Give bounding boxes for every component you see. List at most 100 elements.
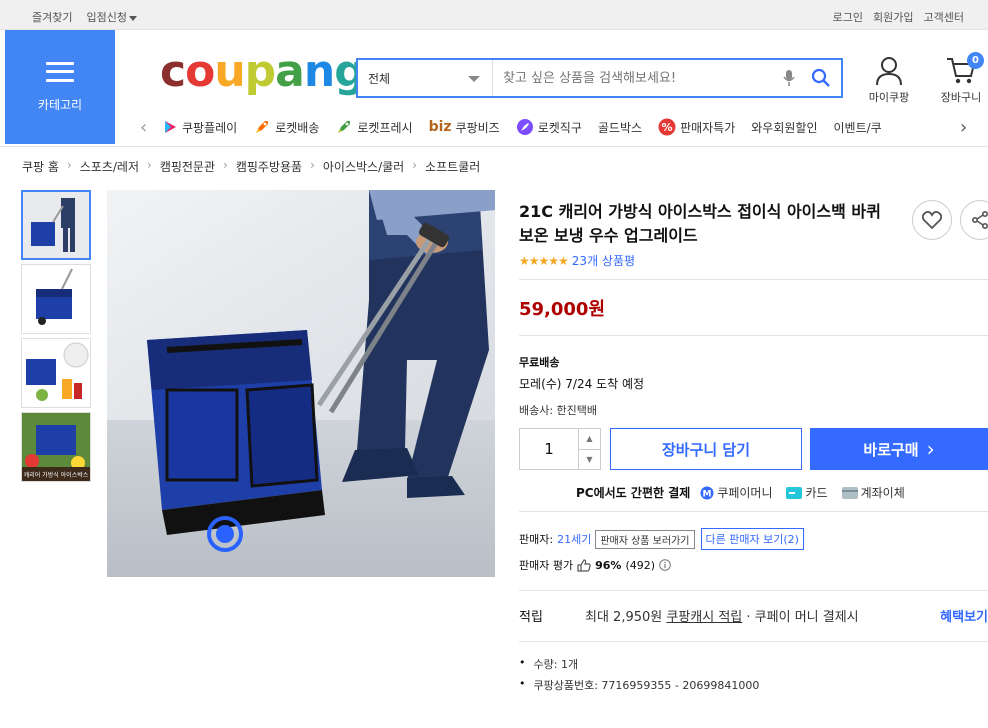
share-icon (971, 211, 988, 229)
breadcrumb-item[interactable]: 아이스박스/쿨러 (323, 158, 404, 175)
nav-wow-discount[interactable]: 와우회원할인 (751, 119, 817, 136)
product-price: 59,000원 (519, 299, 606, 320)
view-benefits-link[interactable]: 혜택보기 (940, 606, 988, 625)
thumbnail-3[interactable] (21, 338, 91, 408)
seller-name-link[interactable]: 21세기 (557, 531, 591, 547)
review-count-link[interactable]: 23개 상품평 (572, 252, 635, 269)
percent-icon: % (658, 118, 676, 136)
nav-goldbox[interactable]: 골드박스 (598, 119, 642, 136)
thumbnail-caption: 캐리어 가방식 아이스박스 (23, 472, 89, 479)
nav-coupang-play[interactable]: 쿠팡플레이 (162, 119, 237, 136)
nav-rocket-fresh[interactable]: 로켓프레시 (335, 118, 413, 136)
seller-apply-label: 입점신청 (86, 11, 127, 24)
nav-seller-deals[interactable]: % 판매자특가 (658, 118, 735, 136)
card-icon (786, 486, 803, 499)
global-rocket-icon (516, 119, 533, 135)
quantity-stepper: 1 ▲ ▼ (519, 428, 601, 470)
thumbnail-1[interactable] (21, 190, 91, 260)
divider (519, 279, 988, 280)
nav-next-arrow-icon[interactable]: › (960, 117, 982, 138)
seller-evaluation: 판매자 평가 96% (492) (519, 557, 671, 573)
seller-eval-percent: 96% (595, 558, 622, 572)
breadcrumb-item[interactable]: 스포츠/레저 (80, 158, 139, 175)
seller-products-button[interactable]: 판매자 상품 보러가기 (595, 529, 695, 549)
seller-prefix: 판매자: (519, 533, 554, 546)
detail-quantity: 수량: 1개 (519, 656, 759, 672)
heart-icon (922, 211, 942, 229)
reward-row: 적립 최대 2,950원 쿠팡캐시 적립 · 쿠페이 머니 결제시 혜택보기 (519, 606, 988, 625)
search-button[interactable] (801, 68, 841, 88)
cart-label: 장바구니 (940, 91, 982, 104)
header-divider (0, 146, 988, 147)
wishlist-button[interactable] (912, 200, 952, 240)
play-icon (165, 121, 176, 133)
payment-label: PC에서도 간편한 결제 (576, 486, 691, 500)
breadcrumb-item[interactable]: 쿠팡 홈 (22, 158, 59, 175)
dropdown-arrow-icon (468, 76, 480, 82)
search-category-value: 전체 (368, 71, 391, 86)
buy-now-button[interactable]: 바로구매 › (810, 428, 988, 470)
top-utility-bar: 즐겨찾기 입점신청 로그인 회원가입 고객센터 (0, 0, 988, 30)
coupang-logo[interactable]: coupang (160, 50, 366, 94)
arrival-date: 모레(수) 7/24 도착 예정 (519, 377, 645, 391)
bank-icon (841, 486, 858, 499)
cart-button[interactable]: 0 장바구니 (934, 52, 988, 105)
add-to-cart-button[interactable]: 장바구니 담기 (610, 428, 802, 470)
purchase-row: 1 ▲ ▼ 장바구니 담기 바로구매 › (519, 428, 988, 470)
quantity-down-icon[interactable]: ▼ (579, 450, 600, 470)
chevron-down-icon (128, 15, 137, 21)
seller-info: 판매자: 21세기 판매자 상품 보러가기 다른 판매자 보기(2) (519, 528, 804, 550)
nav-rocket-delivery[interactable]: 로켓배송 (253, 118, 319, 136)
biz-logo-text: biz (428, 119, 452, 135)
search-icon (811, 68, 830, 87)
rocket-icon (256, 121, 269, 133)
my-coupang-button[interactable]: 마이쿠팡 (864, 56, 914, 105)
seller-apply-link[interactable]: 입점신청 (86, 9, 137, 25)
product-rating: ★★★★★ 23개 상품평 (519, 252, 988, 269)
shipping-label: 무료배송 (519, 356, 560, 369)
buy-now-label: 바로구매 (863, 440, 919, 459)
info-icon (659, 559, 671, 571)
thumbnail-2[interactable] (21, 264, 91, 334)
other-sellers-button[interactable]: 다른 판매자 보기(2) (700, 528, 804, 550)
customer-center-link[interactable]: 고객센터 (924, 9, 964, 25)
reward-text: 최대 2,950원 쿠팡캐시 적립 · 쿠페이 머니 결제시 (585, 610, 859, 625)
my-coupang-label: 마이쿠팡 (868, 91, 910, 104)
hamburger-icon (46, 61, 74, 82)
service-nav: ‹ 쿠팡플레이 로켓배송 로켓프레시 biz 쿠팡비즈 로켓직구 골드박스 % 판매… (140, 114, 988, 140)
nav-events[interactable]: 이벤트/쿠 (834, 119, 882, 136)
breadcrumb: 쿠팡 홈 › 스포츠/레저 › 캠핑전문관 › 캠핑주방용품 › 아이스박스/쿨러 › 소… (22, 158, 481, 175)
rocket-fresh-icon (338, 121, 351, 133)
category-button[interactable]: 카테고리 (5, 30, 115, 144)
breadcrumb-item[interactable]: 캠핑주방용품 (236, 158, 302, 175)
seller-eval-label: 판매자 평가 (519, 559, 574, 572)
divider (519, 335, 988, 336)
product-info: 21C 캐리어 가방식 아이스박스 접이식 아이스백 바퀴 보온 보냉 우수 업… (519, 200, 988, 418)
login-link[interactable]: 로그인 (833, 9, 863, 25)
divider (519, 590, 988, 591)
payment-coupay-money: M 쿠페이머니 (700, 484, 772, 501)
microphone-icon[interactable] (777, 69, 801, 87)
payment-card: 카드 (786, 484, 828, 501)
breadcrumb-item[interactable]: 소프트쿨러 (425, 158, 480, 175)
thumbs-up-icon (577, 558, 591, 572)
quantity-input[interactable]: 1 (520, 429, 578, 469)
nav-rocket-global[interactable]: 로켓직구 (516, 118, 582, 136)
product-title: 21C 캐리어 가방식 아이스박스 접이식 아이스백 바퀴 보온 보냉 우수 업… (519, 202, 881, 245)
quantity-up-icon[interactable]: ▲ (579, 429, 600, 450)
main-product-image[interactable] (107, 190, 495, 577)
signup-link[interactable]: 회원가입 (873, 9, 913, 25)
bookmark-link[interactable]: 즐겨찾기 (32, 9, 72, 25)
product-details: 수량: 1개 쿠팡상품번호: 7716959355 - 20699841000 (519, 656, 760, 698)
payment-methods: PC에서도 간편한 결제 M 쿠페이머니 카드 계좌이체 (576, 484, 913, 501)
thumbnail-4[interactable]: 캐리어 가방식 아이스박스 (21, 412, 91, 482)
nav-prev-arrow-icon[interactable]: ‹ (140, 117, 162, 138)
search-category-select[interactable]: 전체 (358, 60, 493, 96)
reward-label: 적립 (519, 610, 543, 625)
search-input[interactable] (493, 60, 777, 96)
nav-coupang-biz[interactable]: biz 쿠팡비즈 (429, 119, 500, 136)
breadcrumb-item[interactable]: 캠핑전문관 (160, 158, 215, 175)
user-icon (876, 57, 902, 86)
share-button[interactable] (960, 200, 988, 240)
coupang-cash-link[interactable]: 쿠팡캐시 적립 (666, 610, 742, 625)
